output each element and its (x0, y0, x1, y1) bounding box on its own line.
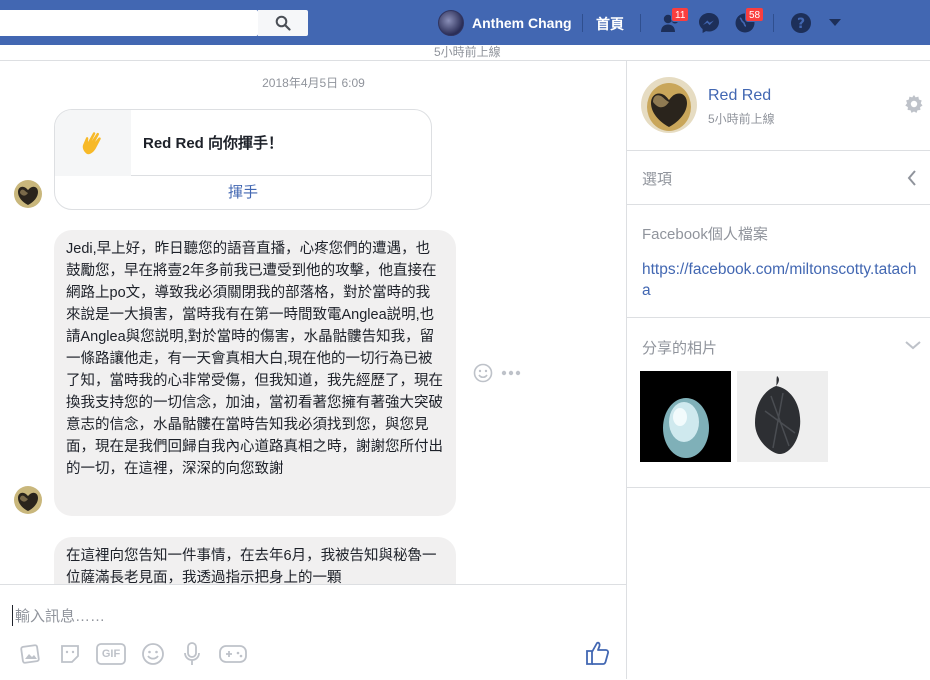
avatar[interactable] (14, 486, 42, 514)
wave-back-button[interactable]: 揮手 (55, 176, 431, 209)
message-bubble: Jedi,早上好，昨日聽您的語音直播，心疼您們的遭遇，也鼓勵您，早在將壹2年多前… (54, 230, 456, 516)
messenger-icon (699, 13, 719, 33)
friend-requests-button[interactable]: 11 (659, 7, 690, 35)
gamepad-icon (219, 644, 247, 663)
options-label: 選項 (642, 171, 673, 188)
svg-text:?: ? (797, 16, 805, 32)
search-input[interactable] (0, 10, 258, 36)
sticker-button[interactable] (57, 641, 82, 666)
microphone-icon (183, 641, 200, 665)
thumbs-up-icon (586, 641, 610, 665)
divider (640, 14, 641, 32)
emoji-icon (141, 642, 164, 665)
voice-clip-button[interactable] (179, 641, 204, 666)
message-timestamp: 2018年4月5日 6:09 (262, 76, 365, 90)
shared-photo[interactable] (737, 371, 828, 462)
message-composer: 輸入訊息…… GIF (0, 584, 626, 680)
friend-requests-badge: 11 (671, 7, 690, 22)
notifications-button[interactable]: 58 (733, 7, 765, 35)
wave-message: Red Red 向你揮手！ (143, 135, 284, 152)
waving-hand-icon (55, 110, 131, 176)
more-options-icon[interactable] (501, 370, 521, 376)
wave-card: Red Red 向你揮手！ 揮手 (54, 109, 432, 210)
help-button[interactable]: ? (789, 11, 813, 35)
contact-status: 5小時前上線 (708, 112, 775, 126)
message-actions (473, 363, 521, 383)
divider (773, 14, 774, 32)
divider (582, 14, 583, 32)
chevron-left-icon (907, 170, 916, 186)
profile-url-link[interactable]: https://facebook.com/miltonscotty.tatach… (642, 259, 922, 301)
profile-label: Facebook個人檔案 (642, 226, 768, 243)
avatar[interactable] (14, 180, 42, 208)
chevron-down-icon[interactable] (905, 340, 921, 350)
like-button[interactable] (585, 640, 611, 670)
notifications-badge: 58 (745, 7, 765, 22)
shared-photos-label: 分享的相片 (642, 340, 718, 357)
profile-link[interactable]: Anthem Chang (438, 10, 572, 36)
profile-section: Facebook個人檔案 https://facebook.com/milton… (627, 205, 930, 318)
composer-toolbar: GIF (18, 641, 248, 666)
messages-button[interactable] (697, 11, 721, 35)
top-navigation-bar: Anthem Chang 首頁 11 58 ? (0, 0, 930, 45)
photo-icon (19, 643, 40, 664)
settings-button[interactable] (904, 94, 924, 118)
message-input[interactable]: 輸入訊息…… (12, 605, 105, 626)
conversation-pane: 2018年4月5日 6:09 Red Red 向你揮手！ 揮手 Jedi,早上好… (0, 60, 627, 680)
home-link[interactable]: 首頁 (596, 14, 624, 34)
status-text: 5小時前上線 (434, 45, 501, 59)
account-menu-button[interactable] (823, 11, 847, 35)
options-section[interactable]: 選項 (627, 151, 930, 205)
user-name: Anthem Chang (472, 15, 572, 31)
photo-button[interactable] (18, 641, 43, 666)
conversation-info-sidebar: Red Red 5小時前上線 選項 Facebook個人檔案 https://f… (627, 60, 930, 679)
caret-down-icon (829, 19, 841, 26)
shared-photo[interactable] (640, 371, 731, 462)
gif-button[interactable]: GIF (96, 641, 126, 666)
gear-icon (905, 95, 923, 113)
contact-avatar[interactable] (641, 77, 697, 133)
reaction-smiley-icon[interactable] (473, 363, 493, 383)
gif-label: GIF (101, 648, 121, 660)
emoji-button[interactable] (140, 641, 165, 666)
search-button[interactable] (258, 10, 308, 36)
games-button[interactable] (218, 641, 248, 666)
avatar (438, 10, 464, 36)
contact-name[interactable]: Red Red (708, 87, 771, 105)
contact-header: Red Red 5小時前上線 (627, 61, 930, 151)
sticker-icon (60, 644, 79, 663)
help-icon: ? (791, 13, 811, 33)
search-icon (275, 15, 291, 31)
